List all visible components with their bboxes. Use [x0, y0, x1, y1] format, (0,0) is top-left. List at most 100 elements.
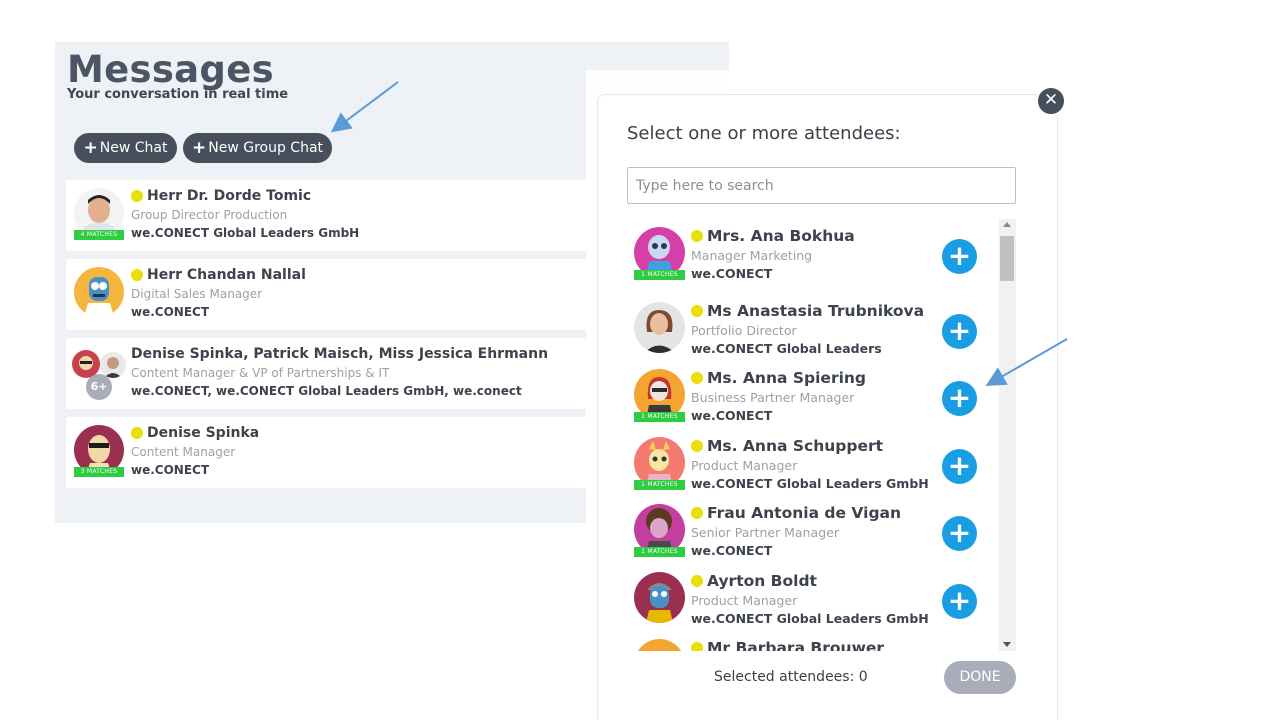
avatar: [74, 267, 124, 317]
attendee-item[interactable]: Ayrton Boldt Product Manager we.CONECT G…: [627, 566, 999, 630]
matches-badge: 1 MATCHES: [634, 480, 685, 490]
chat-role: Content Manager & VP of Partnerships & I…: [131, 366, 390, 380]
attendee-item[interactable]: 1 MATCHES Ms. Anna Spiering Business Par…: [627, 363, 999, 427]
new-chat-label: New Chat: [99, 140, 168, 156]
select-attendees-modal: Select one or more attendees: 1 MATCHES …: [597, 94, 1058, 720]
attendee-list[interactable]: 1 MATCHES Mrs. Ana Bokhua Manager Market…: [627, 219, 999, 651]
add-attendee-button[interactable]: +: [942, 584, 977, 619]
online-status-icon: [691, 230, 703, 242]
chat-item[interactable]: 4 MATCHES Herr Dr. Dorde Tomic Group Dir…: [66, 180, 626, 251]
matches-badge: 3 MATCHES: [74, 467, 124, 477]
online-status-icon: [131, 269, 143, 281]
attendee-list-scrollbar[interactable]: [999, 219, 1016, 651]
plus-icon: +: [947, 516, 972, 549]
plus-icon: +: [947, 314, 972, 347]
chat-name: Denise Spinka, Patrick Maisch, Miss Jess…: [131, 346, 549, 362]
plus-icon: +: [191, 138, 207, 158]
chat-org: we.CONECT, we.CONECT Global Leaders GmbH…: [131, 384, 522, 398]
new-chat-button[interactable]: + New Chat: [74, 133, 177, 163]
scroll-thumb[interactable]: [1000, 236, 1014, 281]
avatar: [634, 572, 685, 623]
attendee-role: Manager Marketing: [691, 248, 813, 263]
attendee-role: Business Partner Manager: [691, 390, 855, 405]
plus-icon: +: [947, 239, 972, 272]
group-avatars: 6+: [72, 350, 128, 400]
chat-name: Denise Spinka: [131, 425, 259, 441]
avatar: 4 MATCHES: [74, 188, 124, 240]
attendee-item[interactable]: 1 MATCHES Mrs. Ana Bokhua Manager Market…: [627, 221, 999, 285]
attendee-item[interactable]: Ms Anastasia Trubnikova Portfolio Direct…: [627, 296, 999, 360]
attendee-org: we.CONECT: [691, 266, 773, 281]
attendee-name: Mrs. Ana Bokhua: [691, 227, 855, 245]
plus-icon: +: [947, 381, 972, 414]
avatar: 1 MATCHES: [634, 437, 685, 490]
attendee-org: we.CONECT Global Leaders GmbH: [691, 611, 929, 626]
attendee-org: we.CONECT Global Leaders GmbH: [691, 476, 929, 491]
chat-name: Herr Chandan Nallal: [131, 267, 306, 283]
attendee-item[interactable]: 1 MATCHES Frau Antonia de Vigan Senior P…: [627, 498, 999, 562]
attendee-org: we.CONECT: [691, 543, 773, 558]
attendee-role: Product Manager: [691, 593, 798, 608]
attendee-search-input[interactable]: [627, 167, 1016, 204]
attendee-role: Senior Partner Manager: [691, 525, 839, 540]
avatar: [634, 639, 685, 651]
attendee-name: Ms Anastasia Trubnikova: [691, 302, 924, 320]
online-status-icon: [691, 642, 703, 651]
matches-badge: 1 MATCHES: [634, 412, 685, 422]
online-status-icon: [691, 507, 703, 519]
attendee-role: Product Manager: [691, 458, 798, 473]
close-modal-button[interactable]: ✕: [1036, 86, 1066, 116]
add-attendee-button[interactable]: +: [942, 314, 977, 349]
add-attendee-button[interactable]: +: [942, 381, 977, 416]
attendee-name: Ayrton Boldt: [691, 572, 817, 590]
avatar: 1 MATCHES: [634, 369, 685, 422]
avatar: 3 MATCHES: [74, 425, 124, 477]
plus-icon: +: [83, 138, 98, 158]
done-button[interactable]: DONE: [944, 661, 1016, 694]
add-attendee-button[interactable]: +: [942, 449, 977, 484]
scroll-up-arrow-icon[interactable]: [1003, 222, 1011, 227]
scroll-down-arrow-icon[interactable]: [1003, 642, 1011, 647]
avatar: 1 MATCHES: [634, 227, 685, 280]
close-icon: ✕: [1043, 90, 1059, 110]
avatar: [634, 302, 685, 353]
chat-org: we.CONECT: [131, 305, 210, 319]
matches-badge: 1 MATCHES: [634, 547, 685, 557]
online-status-icon: [691, 372, 703, 384]
selected-attendees-count: Selected attendees: 0: [714, 669, 868, 685]
plus-icon: +: [947, 584, 972, 617]
new-group-chat-label: New Group Chat: [208, 140, 324, 156]
online-status-icon: [131, 427, 143, 439]
chat-name: Herr Dr. Dorde Tomic: [131, 188, 311, 204]
online-status-icon: [691, 305, 703, 317]
new-group-chat-button[interactable]: + New Group Chat: [183, 133, 332, 163]
attendee-name: Mr Barbara Brouwer: [691, 639, 884, 651]
online-status-icon: [691, 440, 703, 452]
matches-badge: 4 MATCHES: [74, 230, 124, 240]
group-chat-item[interactable]: 6+ Denise Spinka, Patrick Maisch, Miss J…: [66, 338, 626, 409]
chat-role: Digital Sales Manager: [131, 287, 263, 301]
page-title: Messages: [67, 48, 274, 91]
attendee-item[interactable]: Mr Barbara Brouwer +: [627, 633, 999, 651]
chat-item[interactable]: Herr Chandan Nallal Digital Sales Manage…: [66, 259, 626, 330]
chat-org: we.CONECT: [131, 463, 210, 477]
page-subtitle: Your conversation in real time: [67, 87, 289, 102]
add-attendee-button[interactable]: +: [942, 516, 977, 551]
avatar: 1 MATCHES: [634, 504, 685, 557]
online-status-icon: [691, 575, 703, 587]
chat-item[interactable]: 3 MATCHES Denise Spinka Content Manager …: [66, 417, 626, 488]
modal-title: Select one or more attendees:: [627, 123, 901, 144]
attendee-org: we.CONECT Global Leaders: [691, 341, 882, 356]
attendee-name: Frau Antonia de Vigan: [691, 504, 901, 522]
plus-icon: +: [947, 449, 972, 482]
add-attendee-button[interactable]: +: [942, 239, 977, 274]
chat-role: Content Manager: [131, 445, 236, 459]
online-status-icon: [131, 190, 143, 202]
attendee-org: we.CONECT: [691, 408, 773, 423]
more-participants-badge: 6+: [86, 374, 112, 400]
chat-org: we.CONECT Global Leaders GmbH: [131, 226, 360, 240]
attendee-item[interactable]: 1 MATCHES Ms. Anna Schuppert Product Man…: [627, 431, 999, 495]
matches-badge: 1 MATCHES: [634, 270, 685, 280]
attendee-name: Ms. Anna Schuppert: [691, 437, 883, 455]
chat-role: Group Director Production: [131, 208, 288, 222]
